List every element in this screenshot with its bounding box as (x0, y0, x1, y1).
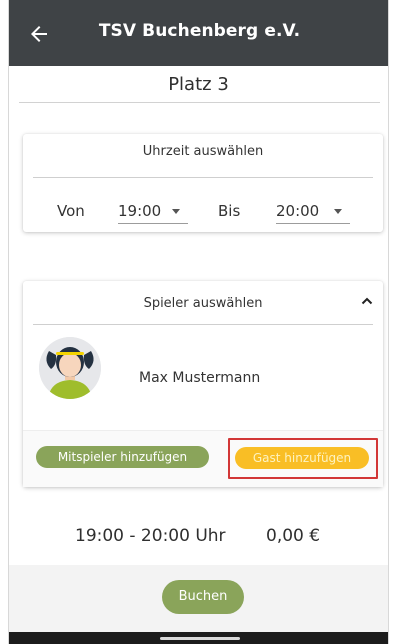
players-card-divider (33, 324, 373, 325)
to-label: Bis (218, 202, 241, 220)
bottom-action-bar: Buchen (9, 565, 388, 644)
player-selection-card: Spieler auswählen Max Mustermann Mitspie… (23, 281, 383, 487)
dropdown-arrow-icon (172, 209, 180, 214)
dropdown-arrow-icon (334, 209, 342, 214)
from-time-select[interactable]: 19:00 (118, 196, 188, 224)
add-teammate-button[interactable]: Mitspieler hinzufügen (36, 446, 209, 468)
chevron-up-icon-glyph (361, 297, 373, 305)
from-label: Von (57, 202, 85, 220)
time-card-divider (33, 177, 373, 178)
chevron-up-icon[interactable] (359, 293, 375, 309)
to-time-select[interactable]: 20:00 (276, 196, 350, 224)
to-time-value: 20:00 (276, 202, 320, 220)
avatar-illustration (39, 337, 101, 399)
booking-price: 0,00 € (266, 526, 321, 546)
system-nav-bar (9, 632, 388, 644)
time-selection-card: Uhrzeit auswählen Von 19:00 Bis 20:00 (23, 134, 383, 232)
avatar-icon (39, 337, 101, 399)
time-card-header: Uhrzeit auswählen (142, 144, 264, 159)
court-name: Platz 3 (168, 74, 229, 95)
players-card-header: Spieler auswählen (143, 296, 263, 311)
from-time-value: 19:00 (118, 202, 162, 220)
app-title: TSV Buchenberg e.V. (98, 21, 301, 41)
add-guest-button[interactable]: Gast hinzufügen (235, 447, 369, 469)
app-bar: TSV Buchenberg e.V. (9, 0, 388, 66)
phone-screen: TSV Buchenberg e.V. Platz 3 Uhrzeit ausw… (8, 0, 389, 644)
booking-time-range: 19:00 - 20:00 Uhr (75, 526, 226, 546)
book-button[interactable]: Buchen (162, 580, 244, 614)
home-indicator[interactable] (160, 637, 240, 640)
player-name: Max Mustermann (139, 370, 261, 386)
court-divider (19, 102, 380, 103)
